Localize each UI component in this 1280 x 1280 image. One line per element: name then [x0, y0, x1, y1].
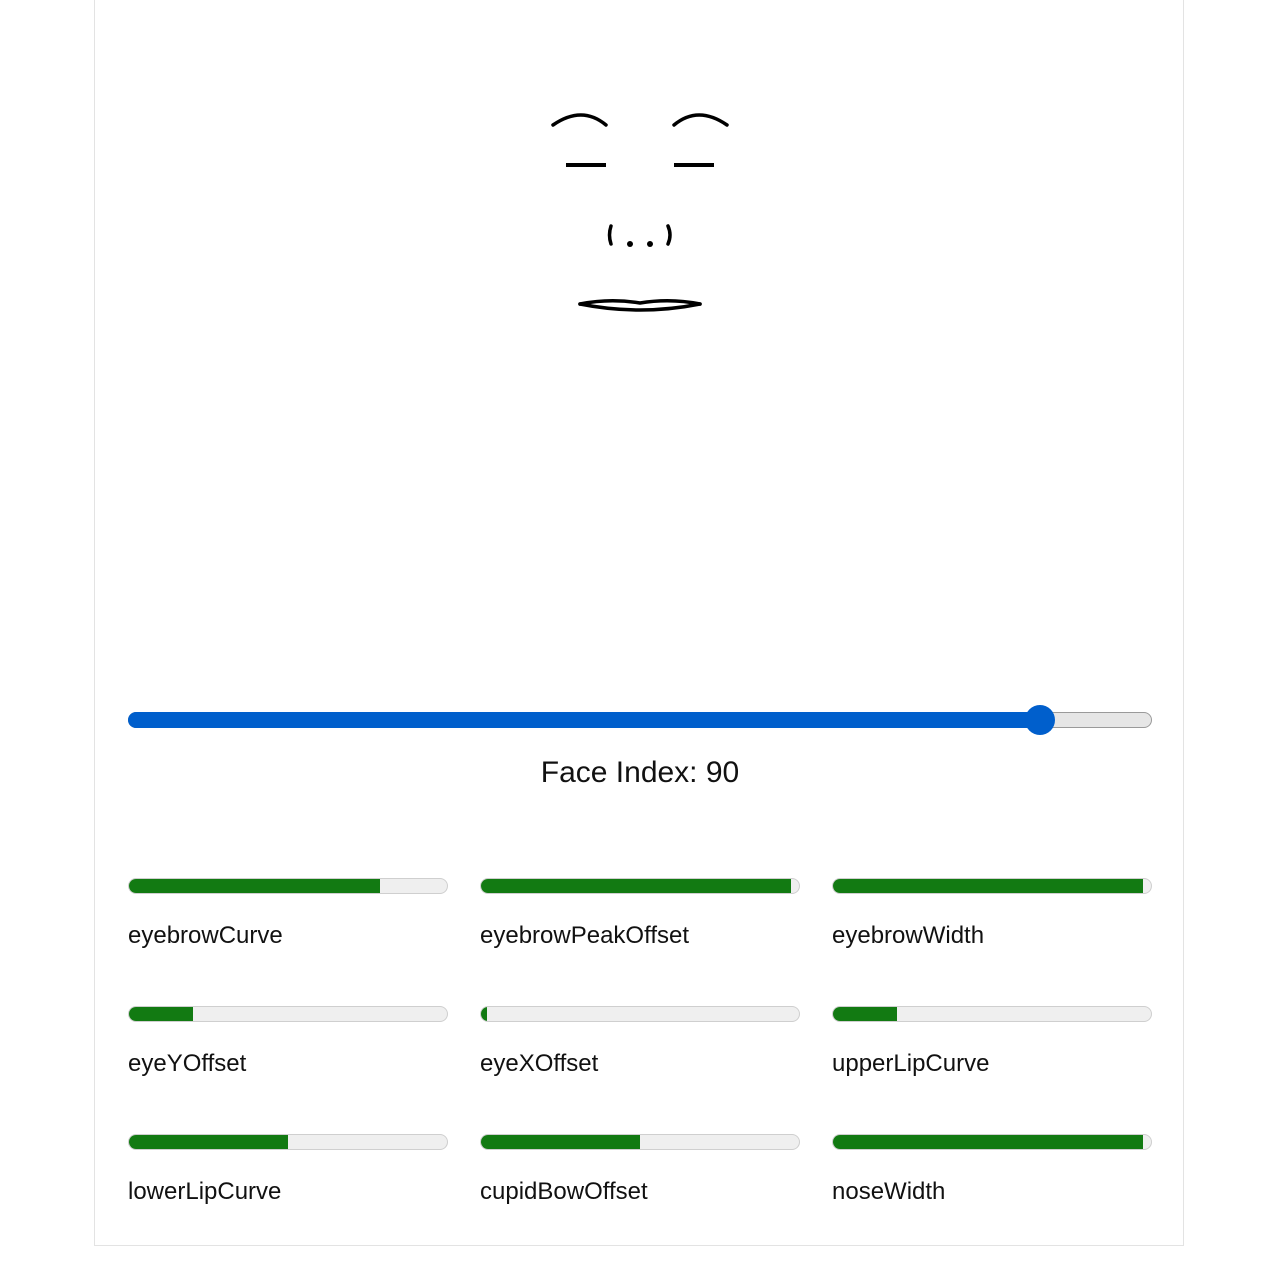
param-eyeXOffset: eyeXOffset: [480, 1006, 800, 1134]
nose-left-wing: [607, 224, 613, 246]
param-label: eyeYOffset: [128, 1050, 247, 1077]
lower-lip: [578, 302, 702, 312]
right-eyebrow: [672, 113, 729, 127]
param-meter: [128, 878, 448, 894]
param-meter: [128, 1006, 448, 1022]
param-meter-fill: [833, 1007, 897, 1021]
param-label: noseWidth: [832, 1178, 946, 1205]
param-label: eyeXOffset: [480, 1050, 599, 1077]
parameter-grid: eyebrowCurve eyebrowPeakOffset eyebrowWidt…: [128, 878, 1153, 1262]
param-meter-fill: [129, 879, 381, 893]
face-index-label: Face Index: 90: [540, 756, 740, 789]
left-eyebrow: [551, 113, 608, 127]
param-label: eyebrowPeakOffset: [480, 922, 690, 949]
param-meter: [832, 1006, 1152, 1022]
param-meter-fill: [481, 1135, 640, 1149]
param-label: upperLipCurve: [832, 1050, 990, 1077]
nose-left-nostril: [627, 241, 633, 247]
param-eyebrowPeakOffset: eyebrowPeakOffset: [480, 878, 800, 1006]
param-label: cupidBowOffset: [480, 1178, 648, 1205]
param-noseWidth: noseWidth: [832, 1134, 1152, 1262]
param-eyeYOffset: eyeYOffset: [128, 1006, 448, 1134]
param-upperLipCurve: upperLipCurve: [832, 1006, 1152, 1134]
param-meter-fill: [833, 879, 1144, 893]
param-meter-fill: [481, 879, 792, 893]
upper-lip: [578, 299, 702, 306]
param-meter-fill: [129, 1135, 288, 1149]
slider-fill: [128, 712, 1041, 728]
param-label: eyebrowCurve: [128, 922, 283, 949]
nose-right-nostril: [647, 241, 653, 247]
param-meter: [480, 878, 800, 894]
param-meter-fill: [481, 1007, 488, 1021]
param-meter: [832, 1134, 1152, 1150]
param-eyebrowCurve: eyebrowCurve: [128, 878, 448, 1006]
param-meter: [128, 1134, 448, 1150]
param-meter: [480, 1006, 800, 1022]
param-meter-fill: [129, 1007, 193, 1021]
param-eyebrowWidth: eyebrowWidth: [832, 878, 1152, 1006]
face-drawing: [551, 113, 729, 312]
param-label: lowerLipCurve: [128, 1178, 282, 1205]
param-meter: [832, 878, 1152, 894]
face-index-slider[interactable]: [128, 705, 1152, 735]
param-label: eyebrowWidth: [832, 922, 985, 949]
param-meter-fill: [833, 1135, 1144, 1149]
nose-right-wing: [666, 224, 672, 246]
param-lowerLipCurve: lowerLipCurve: [128, 1134, 448, 1262]
param-meter: [480, 1134, 800, 1150]
param-cupidBowOffset: cupidBowOffset: [480, 1134, 800, 1262]
